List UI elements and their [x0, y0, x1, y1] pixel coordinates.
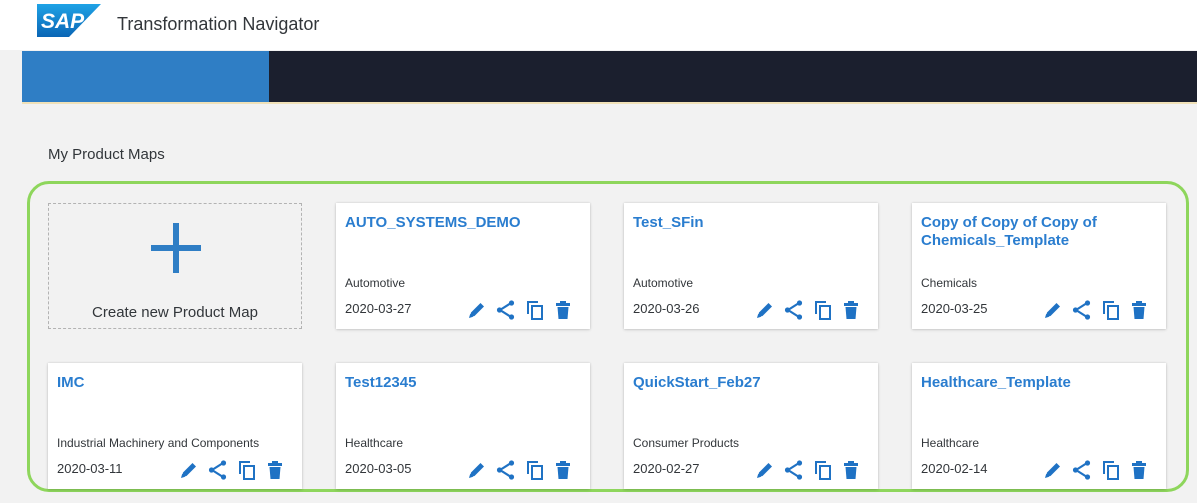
share-icon[interactable]: [495, 299, 517, 321]
copy-icon[interactable]: [236, 459, 258, 481]
product-map-card[interactable]: Healthcare_Template Healthcare 2020-02-1…: [912, 363, 1166, 489]
product-map-title[interactable]: Test12345: [345, 374, 582, 392]
delete-icon[interactable]: [1128, 299, 1150, 321]
product-map-date: 2020-02-27: [633, 461, 700, 476]
card-actions: [1042, 299, 1154, 321]
copy-icon[interactable]: [812, 299, 834, 321]
card-actions: [1042, 459, 1154, 481]
product-map-date: 2020-02-14: [921, 461, 988, 476]
product-map-title[interactable]: QuickStart_Feb27: [633, 374, 870, 392]
plus-icon: [151, 223, 201, 273]
share-icon[interactable]: [1071, 459, 1093, 481]
share-icon[interactable]: [783, 299, 805, 321]
product-map-date: 2020-03-26: [633, 301, 700, 316]
delete-icon[interactable]: [840, 459, 862, 481]
delete-icon[interactable]: [552, 459, 574, 481]
sap-logo[interactable]: SAP: [37, 4, 101, 37]
share-icon[interactable]: [783, 459, 805, 481]
edit-icon[interactable]: [754, 299, 776, 321]
copy-icon[interactable]: [1100, 299, 1122, 321]
top-navbar: [22, 51, 1197, 102]
product-map-industry: Chemicals: [921, 276, 978, 290]
copy-icon[interactable]: [812, 459, 834, 481]
product-map-title[interactable]: Test_SFin: [633, 214, 870, 232]
product-map-title[interactable]: Copy of Copy of Copy of Chemicals_Templa…: [921, 214, 1158, 250]
navbar-tab-active[interactable]: [22, 51, 269, 102]
card-actions: [466, 299, 578, 321]
share-icon[interactable]: [1071, 299, 1093, 321]
product-map-title[interactable]: AUTO_SYSTEMS_DEMO: [345, 214, 582, 232]
product-map-industry: Automotive: [345, 276, 406, 290]
delete-icon[interactable]: [1128, 459, 1150, 481]
product-map-industry: Healthcare: [345, 436, 404, 450]
share-icon[interactable]: [495, 459, 517, 481]
delete-icon[interactable]: [264, 459, 286, 481]
create-product-map-button[interactable]: Create new Product Map: [48, 203, 302, 329]
product-map-card[interactable]: Copy of Copy of Copy of Chemicals_Templa…: [912, 203, 1166, 329]
share-icon[interactable]: [207, 459, 229, 481]
delete-icon[interactable]: [552, 299, 574, 321]
product-map-card[interactable]: IMC Industrial Machinery and Components …: [48, 363, 302, 489]
card-actions: [466, 459, 578, 481]
card-actions: [754, 299, 866, 321]
product-map-date: 2020-03-11: [57, 461, 123, 476]
product-map-industry: Consumer Products: [633, 436, 740, 450]
product-map-card[interactable]: Test_SFin Automotive 2020-03-26: [624, 203, 878, 329]
edit-icon[interactable]: [754, 459, 776, 481]
sap-logo-text: SAP: [41, 10, 85, 33]
copy-icon[interactable]: [524, 459, 546, 481]
product-map-industry: Healthcare: [921, 436, 980, 450]
copy-icon[interactable]: [524, 299, 546, 321]
card-actions: [754, 459, 866, 481]
card-actions: [178, 459, 290, 481]
product-map-title[interactable]: IMC: [57, 374, 294, 392]
page-title: My Product Maps: [48, 146, 165, 163]
edit-icon[interactable]: [178, 459, 200, 481]
edit-icon[interactable]: [466, 299, 488, 321]
edit-icon[interactable]: [1042, 459, 1064, 481]
product-map-card[interactable]: Test12345 Healthcare 2020-03-05: [336, 363, 590, 489]
product-map-industry: Industrial Machinery and Components: [57, 436, 260, 450]
edit-icon[interactable]: [1042, 299, 1064, 321]
product-map-date: 2020-03-27: [345, 301, 412, 316]
edit-icon[interactable]: [466, 459, 488, 481]
product-map-date: 2020-03-25: [921, 301, 988, 316]
create-product-map-label: Create new Product Map: [92, 304, 258, 321]
product-map-card[interactable]: QuickStart_Feb27 Consumer Products 2020-…: [624, 363, 878, 489]
delete-icon[interactable]: [840, 299, 862, 321]
product-map-card[interactable]: AUTO_SYSTEMS_DEMO Automotive 2020-03-27: [336, 203, 590, 329]
product-map-industry: Automotive: [633, 276, 694, 290]
app-title: Transformation Navigator: [117, 14, 320, 34]
product-map-title[interactable]: Healthcare_Template: [921, 374, 1158, 392]
app-header: SAP Transformation Navigator: [0, 0, 1197, 50]
product-map-date: 2020-03-05: [345, 461, 412, 476]
copy-icon[interactable]: [1100, 459, 1122, 481]
